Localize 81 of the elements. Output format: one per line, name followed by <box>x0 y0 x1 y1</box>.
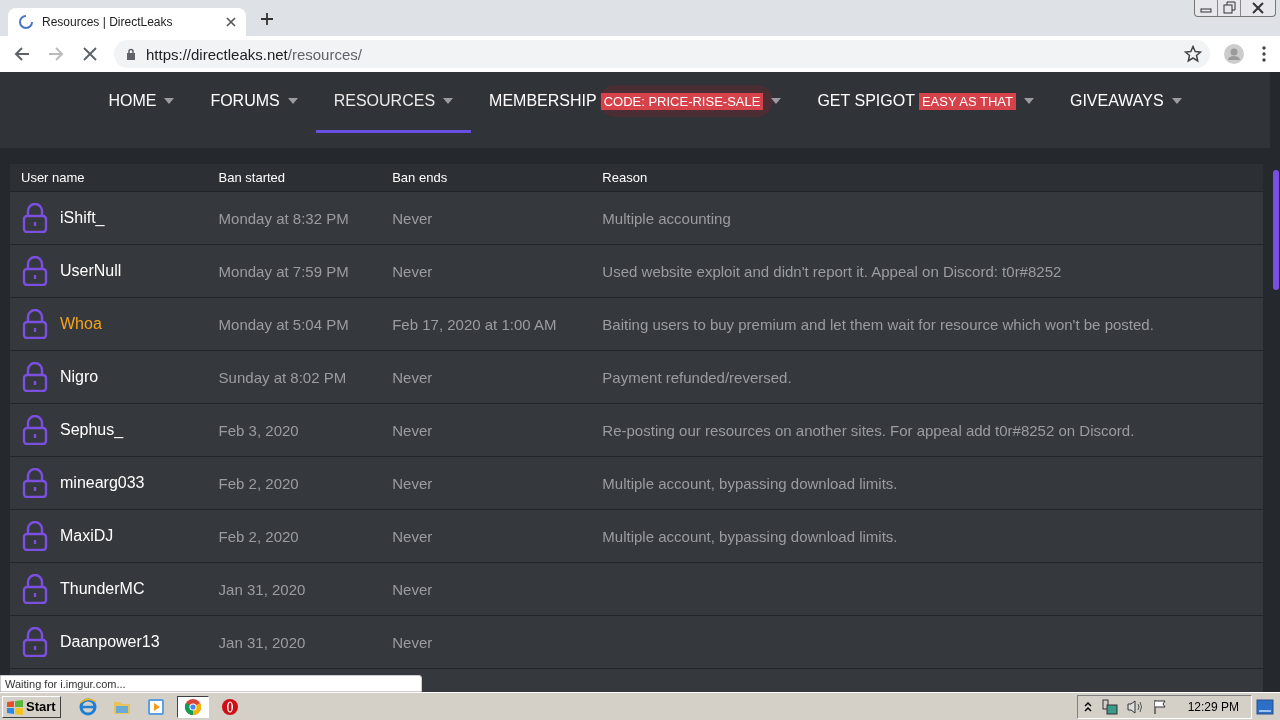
table-cell: Payment refunded/reversed. <box>602 368 792 386</box>
caret-down-icon[interactable] <box>164 98 175 104</box>
table-cell: Monday at 8:32 PM <box>218 209 349 227</box>
table-cell: Multiple accounting <box>602 209 731 227</box>
promo-badge: CODE: PRICE-RISE-SALE <box>600 93 764 110</box>
table-cell: Never <box>392 209 433 227</box>
table-cell: Sunday at 8:02 PM <box>218 368 347 386</box>
table-cell: Feb 2, 2020 <box>218 527 299 545</box>
windows-logo-icon <box>6 698 24 715</box>
promo-badge: EASY AS THAT <box>918 92 1016 110</box>
new-tab-icon[interactable] <box>260 12 274 26</box>
caret-down-icon[interactable] <box>287 98 298 104</box>
padlock-icon <box>22 256 48 286</box>
table-cell: Never <box>392 421 433 439</box>
user-name-link[interactable]: Whoa <box>60 315 102 333</box>
table-cell: Never <box>392 633 433 651</box>
table-cell: Feb 2, 2020 <box>218 474 299 492</box>
status-bubble: Waiting for i.imgur.com... <box>0 675 422 692</box>
table-cell: Monday at 7:59 PM <box>218 262 349 280</box>
caret-down-icon[interactable] <box>1023 98 1034 104</box>
nav-tab[interactable]: HOME <box>90 72 193 133</box>
user-name-link[interactable]: Daanpower13 <box>60 633 160 651</box>
url-text[interactable]: https://directleaks.net/resources/ <box>146 45 362 63</box>
start-button[interactable]: Start <box>2 695 61 718</box>
user-name-link[interactable]: UserNull <box>60 262 122 280</box>
table-cell: Jan 31, 2020 <box>218 633 306 651</box>
padlock-icon <box>22 574 48 604</box>
padlock-icon <box>22 468 48 498</box>
table-cell: Multiple account, bypassing download limits. <box>602 527 898 545</box>
user-name-link[interactable]: minearg033 <box>60 474 145 492</box>
scrollbar-thumb[interactable] <box>1273 170 1279 290</box>
user-name-link[interactable]: ThunderMC <box>60 580 145 598</box>
table-cell: Never <box>392 580 433 598</box>
user-name-link[interactable]: MaxiDJ <box>60 527 114 545</box>
table-cell: Baiting users to buy premium and let them wait for resource which won't be posted. <box>602 315 1154 333</box>
padlock-icon <box>22 521 48 551</box>
clock-text[interactable]: 12:29 PM <box>1187 699 1239 714</box>
table-cell: Never <box>392 262 433 280</box>
table-cell: Used website exploit and didn't report it. Appeal on Discord: t0r#8252 <box>602 262 1062 280</box>
avatar-icon[interactable] <box>1224 44 1244 64</box>
padlock-icon <box>22 415 48 445</box>
opera-browser-icon[interactable] <box>220 697 239 716</box>
network-icon[interactable] <box>1099 698 1118 715</box>
caret-down-icon[interactable] <box>443 98 454 104</box>
caret-down-icon[interactable] <box>1171 98 1182 104</box>
table-cell: Monday at 5:04 PM <box>218 315 349 333</box>
nav-tab[interactable]: GIVEAWAYS <box>1051 72 1200 133</box>
lock-icon <box>126 48 136 60</box>
table-cell: Feb 3, 2020 <box>218 421 299 439</box>
padlock-icon <box>22 627 48 657</box>
show-desktop-icon[interactable] <box>1256 698 1274 715</box>
menu-icon[interactable] <box>1262 46 1266 62</box>
column-header[interactable]: User name <box>21 170 85 185</box>
column-header[interactable]: Ban ends <box>392 170 448 185</box>
nav-tab[interactable]: RESOURCES <box>315 72 472 133</box>
user-name-link[interactable]: Nigro <box>60 368 99 386</box>
table-cell: Never <box>392 368 433 386</box>
star-icon[interactable] <box>1184 45 1202 63</box>
table-cell: Multiple account, bypassing download limits. <box>602 474 898 492</box>
table-cell: Re-posting our resources on another sites. For appeal add t0r#8252 on Discord. <box>602 421 1135 439</box>
speaker-icon[interactable] <box>1125 698 1144 715</box>
show-hidden-icons-icon[interactable] <box>1083 700 1092 713</box>
user-name-link[interactable]: iShift_ <box>60 209 105 227</box>
media-player-icon[interactable] <box>146 697 165 716</box>
table-cell: Never <box>392 527 433 545</box>
table-cell: Jan 31, 2020 <box>218 580 306 598</box>
table-cell: Never <box>392 474 433 492</box>
table-cell: Feb 17, 2020 at 1:00 AM <box>392 315 557 333</box>
padlock-icon <box>22 309 48 339</box>
nav-tab[interactable]: MEMBERSHIP CODE: PRICE-RISE-SALE <box>471 72 800 133</box>
user-name-link[interactable]: Sephus_ <box>60 421 124 439</box>
chrome-browser-icon[interactable] <box>183 697 202 716</box>
close-icon[interactable] <box>226 17 236 27</box>
padlock-icon <box>22 203 48 233</box>
nav-tab[interactable]: GET SPIGOT EASY AS THAT <box>799 72 1052 133</box>
flag-icon[interactable] <box>1151 698 1168 715</box>
caret-down-icon[interactable] <box>771 98 782 104</box>
padlock-icon <box>22 362 48 392</box>
column-header[interactable]: Reason <box>602 170 648 185</box>
nav-tab[interactable]: FORUMS <box>192 72 316 133</box>
browser-e-icon[interactable] <box>78 697 97 716</box>
